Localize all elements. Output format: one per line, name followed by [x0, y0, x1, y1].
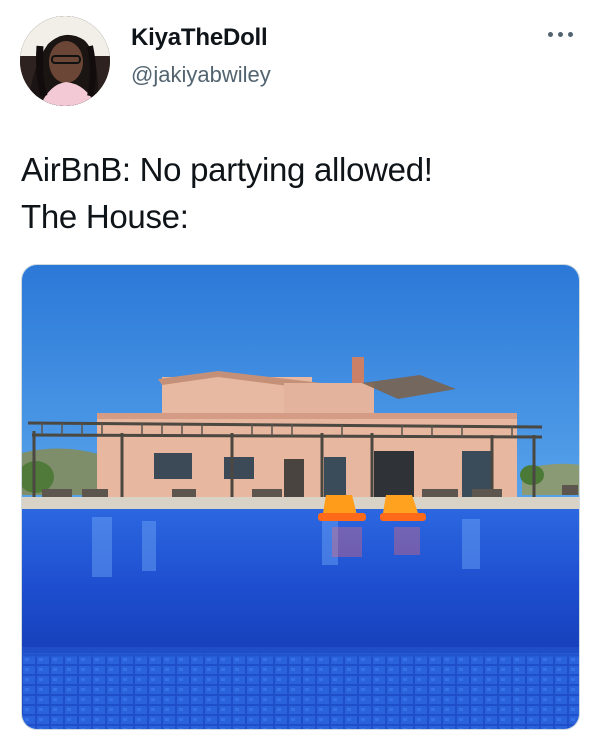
tweet-text: AirBnB: No partying allowed! The House:: [21, 146, 581, 240]
avatar[interactable]: [20, 16, 110, 106]
profile-avatar-icon: [20, 16, 110, 106]
villa-pool-photo: [22, 265, 579, 729]
more-horizontal-icon-dot: [567, 31, 573, 37]
tweet-text-line: AirBnB: No partying allowed!: [21, 151, 433, 188]
more-horizontal-icon-dot: [557, 31, 563, 37]
more-horizontal-icon: [547, 31, 553, 37]
pool-tiles: [22, 653, 579, 729]
author-handle[interactable]: @jakiyabwiley: [131, 62, 271, 88]
author-display-name[interactable]: KiyaTheDoll: [131, 24, 268, 52]
terrace: [22, 497, 579, 511]
more-options-button[interactable]: [538, 22, 582, 46]
tweet-photo[interactable]: [21, 264, 580, 730]
tweet-text-line: The House:: [21, 198, 189, 235]
